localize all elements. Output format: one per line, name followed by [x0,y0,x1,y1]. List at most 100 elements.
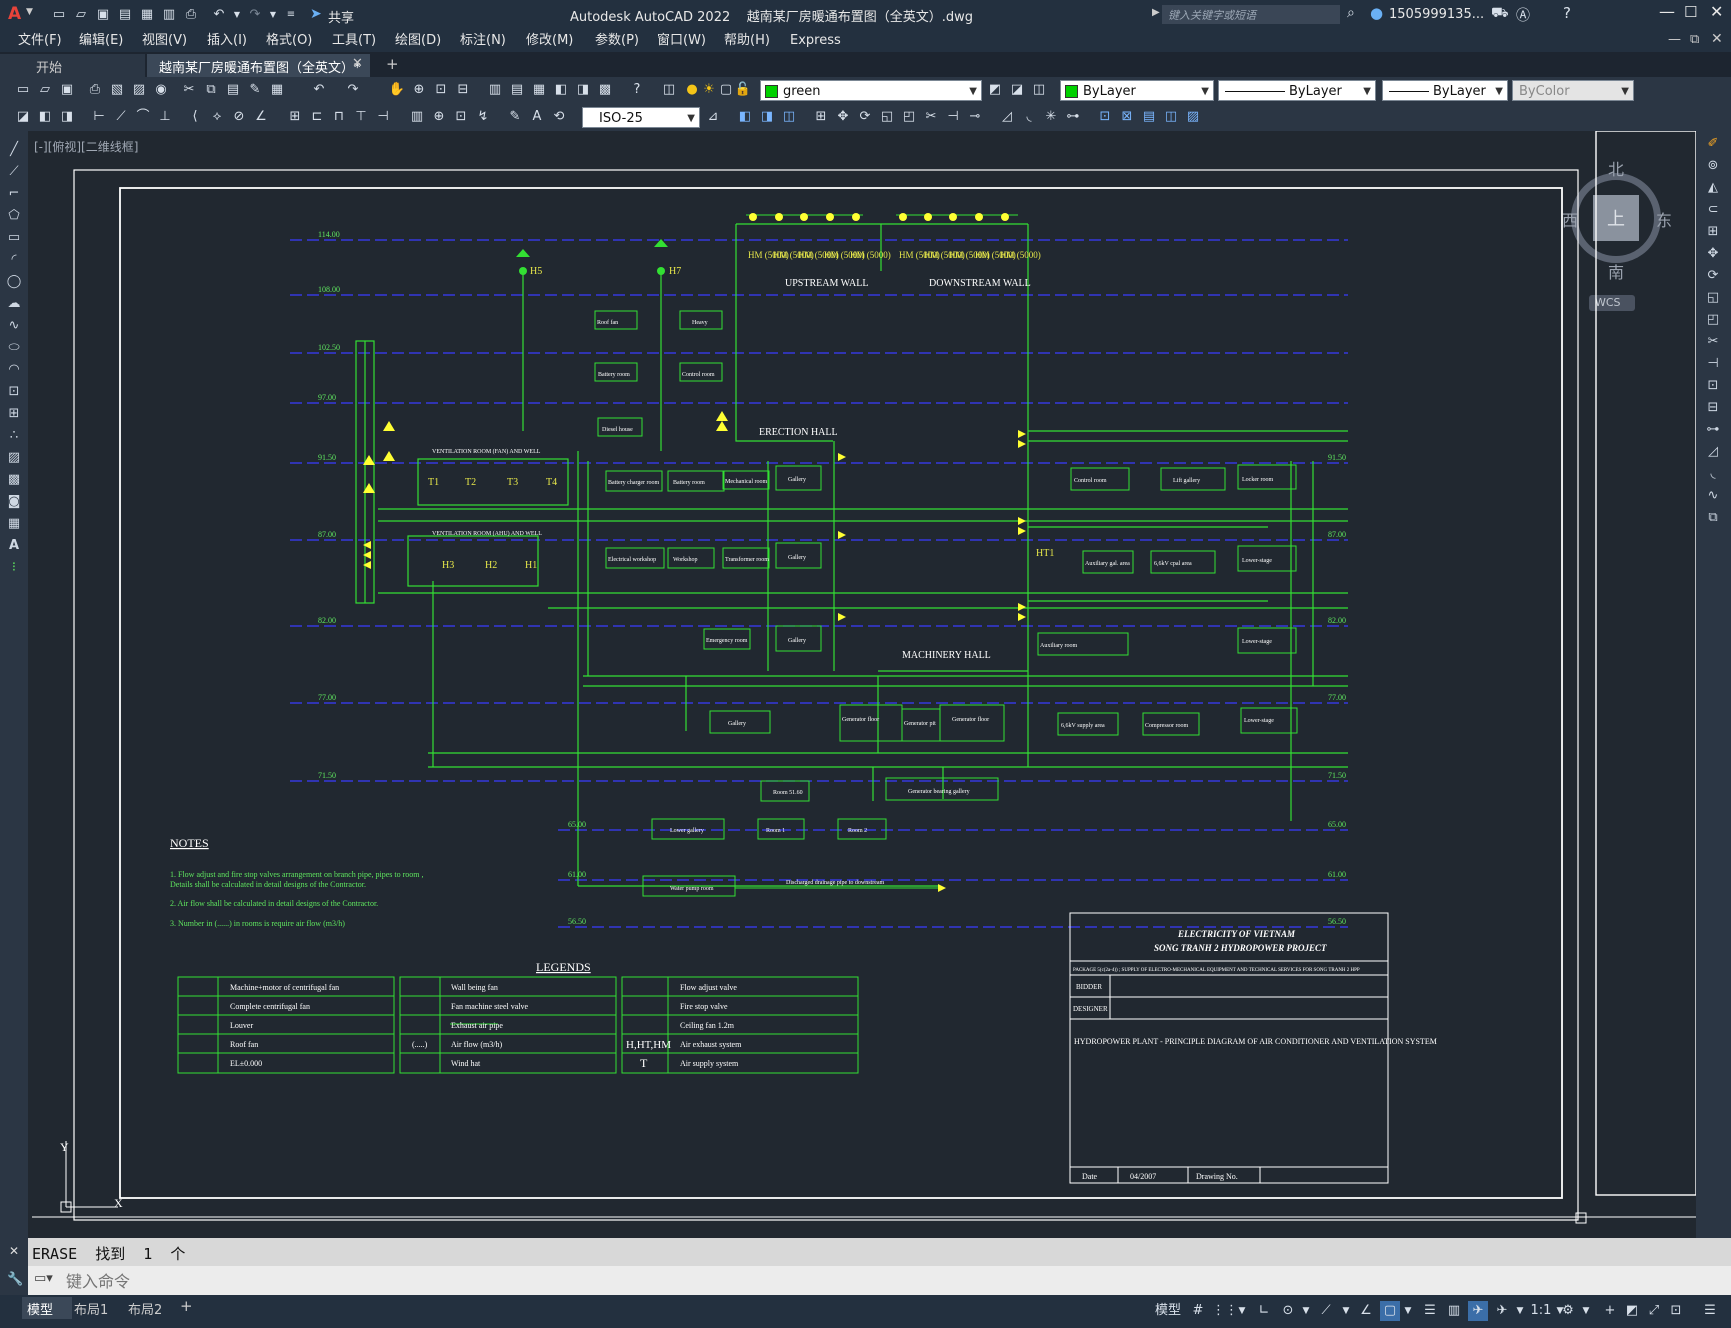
new-file-icon[interactable]: ▭ [50,6,68,24]
save-web-icon[interactable]: ▥ [160,6,178,24]
layer-state-icon[interactable]: ◫ [1030,81,1048,99]
region-icon[interactable]: ◙ [5,493,23,511]
array-icon[interactable]: ⊞ [1704,223,1722,241]
add-tab-button[interactable]: + [386,55,399,73]
add-selected-icon[interactable]: ⁝ [5,559,23,577]
clean-screen-icon[interactable]: ⊡ [1666,1301,1686,1321]
markup-icon[interactable]: ◨ [574,81,592,99]
chevron-down-icon[interactable]: ▼ [1402,1301,1414,1321]
save-as-icon[interactable]: ▤ [116,6,134,24]
help-icon[interactable]: ? [1563,4,1571,22]
revision-cloud-icon[interactable]: ☁ [5,295,23,313]
stretch-icon[interactable]: ◰ [900,108,918,126]
plot-icon[interactable]: ⎙ [86,81,104,99]
blend-curves-icon[interactable]: ∿ [1704,487,1722,505]
make-current-layer-icon[interactable]: ◩ [986,81,1004,99]
ordinate-dim-icon[interactable]: ⊥ [156,108,174,126]
dim-text-edit-icon[interactable]: A [528,108,546,126]
plot-preview-icon[interactable]: ▧ [108,81,126,99]
ellipse-arc-icon[interactable]: ◠ [5,361,23,379]
isodraft-icon[interactable]: ⟋ [1316,1301,1336,1321]
open-web-icon[interactable]: ▦ [138,6,156,24]
extend-icon[interactable]: ⊣ [944,108,962,126]
menu-draw[interactable]: 绘图(D) [395,30,441,52]
dim-break-icon[interactable]: ⊣ [374,108,392,126]
publish-icon[interactable]: ▨ [130,81,148,99]
text-to-front-icon[interactable]: ◧ [36,108,54,126]
tab-layout2[interactable]: 布局2 [128,1299,162,1318]
insert-block-icon[interactable]: ⊡ [1096,108,1114,126]
open-file-icon[interactable]: ▱ [72,6,90,24]
break-icon[interactable]: ⊸ [966,108,984,126]
units-icon[interactable]: ◩ [1622,1301,1642,1321]
quick-properties-icon[interactable]: ⤢ [1644,1301,1664,1321]
close-tab-icon[interactable]: ✕ [352,56,363,71]
save-icon[interactable]: ▣ [94,6,112,24]
join-icon[interactable]: ⊶ [1704,421,1722,439]
workspace-gear-icon[interactable]: ⚙ [1558,1301,1578,1321]
chamfer-icon[interactable]: ◿ [998,108,1016,126]
cut-icon[interactable]: ✂ [180,81,198,99]
aligned-dim-icon[interactable]: ⟋ [112,108,130,126]
layer-on-icon[interactable]: ● [683,81,701,99]
draw-order-icon[interactable]: ◪ [14,108,32,126]
menu-modify[interactable]: 修改(M) [526,30,573,52]
polygon-icon[interactable]: ⬠ [5,207,23,225]
insert-block-icon[interactable]: ⊡ [5,383,23,401]
chamfer-icon[interactable]: ◿ [1704,443,1722,461]
layer-select[interactable]: green ▼ [760,80,982,101]
tab-start[interactable]: 开始 [0,54,145,77]
open-icon[interactable]: ▱ [36,81,54,99]
fillet-icon[interactable]: ◟ [1020,108,1038,126]
menu-tools[interactable]: 工具(T) [332,30,376,52]
make-block-icon[interactable]: ⊠ [1118,108,1136,126]
grid-icon[interactable]: # [1188,1301,1208,1321]
calculator-icon[interactable]: ▩ [596,81,614,99]
chevron-down-icon[interactable]: ▼ [1236,1301,1248,1321]
annotation-monitor-icon[interactable]: + [1600,1301,1620,1321]
image-icon[interactable]: ▨ [1184,108,1202,126]
customize-icon[interactable]: ≡ [282,6,300,24]
quick-dim-icon[interactable]: ⊞ [286,108,304,126]
rectangle-icon[interactable]: ▭ [5,229,23,247]
point-icon[interactable]: ∴ [5,427,23,445]
trim-icon[interactable]: ✂ [922,108,940,126]
dimstyle-select[interactable]: ISO-25 ▼ [582,107,700,128]
search-icon[interactable]: ⌕ [1347,5,1355,21]
attribute-icon[interactable]: ▤ [1140,108,1158,126]
move-icon[interactable]: ✥ [1704,245,1722,263]
polar-tracking-icon[interactable]: ⊙ [1278,1301,1298,1321]
menu-format[interactable]: 格式(O) [266,30,312,52]
menu-window[interactable]: 窗口(W) [657,30,706,52]
explode-icon[interactable]: ✳ [1042,108,1060,126]
add-layout-button[interactable]: + [180,1297,193,1315]
user-name[interactable]: 1505999135... [1389,7,1484,22]
lineweight-icon[interactable]: ☰ [1420,1301,1440,1321]
scale-icon[interactable]: ◱ [1704,289,1722,307]
doc-restore-button[interactable]: ⧉ [1690,32,1699,47]
rotate-icon[interactable]: ⟳ [856,108,874,126]
menu-insert[interactable]: 插入(I) [207,30,247,52]
menu-parametric[interactable]: 参数(P) [595,30,639,52]
arc-length-icon[interactable]: ⌒ [134,108,152,126]
chevron-down-icon[interactable]: ▼ [1300,1301,1312,1321]
undo-icon[interactable]: ↶ [210,6,228,24]
plot-icon[interactable]: ⎙ [182,6,200,24]
properties-icon[interactable]: ▥ [486,81,504,99]
jogged-dim-icon[interactable]: ⟡ [208,108,226,126]
ellipse-icon[interactable]: ⬭ [5,339,23,357]
construction-line-icon[interactable]: ⟋ [5,163,23,181]
save-icon[interactable]: ▣ [58,81,76,99]
doc-close-button[interactable]: ✕ [1711,31,1723,47]
plotstyle-select[interactable]: ByColor ▼ [1512,80,1634,101]
redo-icon[interactable]: ↷ [246,6,264,24]
customization-menu-icon[interactable]: ☰ [1700,1301,1720,1321]
layer-lock-icon[interactable]: 🔓 [734,81,752,99]
linear-dim-icon[interactable]: ⊢ [90,108,108,126]
menu-help[interactable]: 帮助(H) [724,30,770,52]
ortho-icon[interactable]: ∟ [1254,1301,1274,1321]
inspect-icon[interactable]: ⊡ [452,108,470,126]
layer-freeze-icon[interactable]: ☀ [700,81,718,99]
minimize-button[interactable]: — [1659,2,1675,21]
zoom-previous-icon[interactable]: ⊟ [454,81,472,99]
